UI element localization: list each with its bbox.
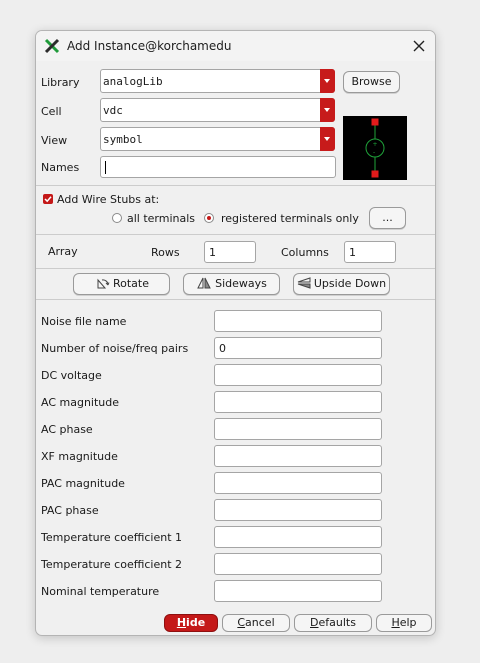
param-input[interactable] bbox=[214, 553, 382, 575]
browse-button[interactable]: Browse bbox=[343, 71, 400, 93]
cell-value: vdc bbox=[103, 104, 123, 117]
separator bbox=[36, 185, 435, 186]
text-cursor bbox=[105, 161, 106, 174]
cell-combo[interactable]: vdc bbox=[100, 98, 335, 122]
param-input[interactable] bbox=[214, 499, 382, 521]
help-label: elp bbox=[399, 616, 417, 629]
defaults-button[interactable]: Defaults bbox=[294, 614, 372, 632]
rows-value: 1 bbox=[209, 246, 216, 259]
param-input[interactable] bbox=[214, 391, 382, 413]
separator bbox=[36, 268, 435, 269]
columns-input[interactable]: 1 bbox=[344, 241, 396, 263]
defaults-mnemonic: D bbox=[310, 616, 319, 629]
param-label: PAC magnitude bbox=[41, 477, 125, 490]
view-combo[interactable]: symbol bbox=[100, 127, 335, 151]
names-input[interactable] bbox=[100, 156, 336, 178]
app-logo-icon bbox=[44, 38, 60, 54]
cancel-button[interactable]: Cancel bbox=[222, 614, 290, 632]
separator bbox=[36, 234, 435, 235]
window-title: Add Instance@korchamedu bbox=[67, 39, 232, 53]
param-label: Temperature coefficient 2 bbox=[41, 558, 183, 571]
upside-down-icon bbox=[297, 277, 311, 289]
vdc-symbol-icon: + - bbox=[365, 118, 385, 178]
param-label: Noise file name bbox=[41, 315, 127, 328]
columns-label: Columns bbox=[281, 246, 329, 259]
rows-input[interactable]: 1 bbox=[204, 241, 256, 263]
array-label: Array bbox=[48, 245, 78, 258]
add-wire-stubs-checkbox[interactable] bbox=[43, 194, 53, 204]
cancel-label: ancel bbox=[245, 616, 275, 629]
cell-label: Cell bbox=[41, 105, 62, 118]
columns-value: 1 bbox=[349, 246, 356, 259]
hide-mnemonic: H bbox=[176, 616, 187, 629]
library-label: Library bbox=[41, 76, 80, 89]
view-value: symbol bbox=[103, 133, 143, 146]
svg-text:-: - bbox=[373, 149, 375, 156]
param-label: PAC phase bbox=[41, 504, 99, 517]
names-label: Names bbox=[41, 161, 80, 174]
param-input[interactable] bbox=[214, 526, 382, 548]
rotate-icon bbox=[97, 278, 110, 289]
param-input[interactable]: 0 bbox=[214, 337, 382, 359]
radio-registered-terminals[interactable] bbox=[204, 213, 214, 223]
param-label: AC magnitude bbox=[41, 396, 120, 409]
param-input[interactable] bbox=[214, 472, 382, 494]
help-button[interactable]: Help bbox=[376, 614, 432, 632]
separator bbox=[36, 299, 435, 300]
chevron-down-icon[interactable] bbox=[320, 127, 335, 151]
view-label: View bbox=[41, 134, 68, 147]
symbol-preview: + - bbox=[343, 116, 407, 180]
param-input[interactable] bbox=[214, 580, 382, 602]
help-mnemonic: H bbox=[391, 616, 400, 629]
more-options-button[interactable]: ... bbox=[369, 207, 406, 229]
sideways-button[interactable]: Sideways bbox=[183, 273, 280, 295]
add-wire-stubs-label: Add Wire Stubs at: bbox=[57, 193, 160, 206]
registered-terminals-label: registered terminals only bbox=[221, 212, 359, 225]
title-bar[interactable]: Add Instance@korchamedu bbox=[36, 31, 435, 61]
param-input[interactable] bbox=[214, 364, 382, 386]
sideways-label: Sideways bbox=[215, 277, 267, 290]
library-value: analogLib bbox=[103, 75, 163, 88]
param-value: 0 bbox=[219, 342, 226, 355]
rotate-label: Rotate bbox=[112, 277, 149, 290]
param-input[interactable] bbox=[214, 310, 382, 332]
param-label: AC phase bbox=[41, 423, 93, 436]
rows-label: Rows bbox=[151, 246, 180, 259]
param-label: XF magnitude bbox=[41, 450, 118, 463]
svg-text:+: + bbox=[373, 141, 378, 148]
upside-down-button[interactable]: Upside Down bbox=[293, 273, 390, 295]
checkmark-icon bbox=[44, 196, 52, 203]
library-combo[interactable]: analogLib bbox=[100, 69, 335, 93]
rotate-button[interactable]: Rotate bbox=[73, 273, 170, 295]
param-label: Temperature coefficient 1 bbox=[41, 531, 183, 544]
param-label: DC voltage bbox=[41, 369, 102, 382]
hide-label: ide bbox=[186, 616, 206, 629]
sideways-icon bbox=[197, 277, 211, 289]
param-label: Number of noise/freq pairs bbox=[41, 342, 189, 355]
hide-button[interactable]: Hide bbox=[164, 614, 218, 632]
param-input[interactable] bbox=[214, 445, 382, 467]
chevron-down-icon[interactable] bbox=[320, 69, 335, 93]
chevron-down-icon[interactable] bbox=[320, 98, 335, 122]
close-icon[interactable] bbox=[410, 37, 428, 55]
all-terminals-label: all terminals bbox=[127, 212, 196, 225]
radio-all-terminals[interactable] bbox=[112, 213, 122, 223]
upside-down-label: Upside Down bbox=[313, 277, 387, 290]
cancel-mnemonic: C bbox=[237, 616, 246, 629]
param-label: Nominal temperature bbox=[41, 585, 160, 598]
add-instance-dialog: Add Instance@korchamedu Library analogLi… bbox=[35, 30, 436, 636]
param-input[interactable] bbox=[214, 418, 382, 440]
defaults-label: efaults bbox=[318, 616, 356, 629]
